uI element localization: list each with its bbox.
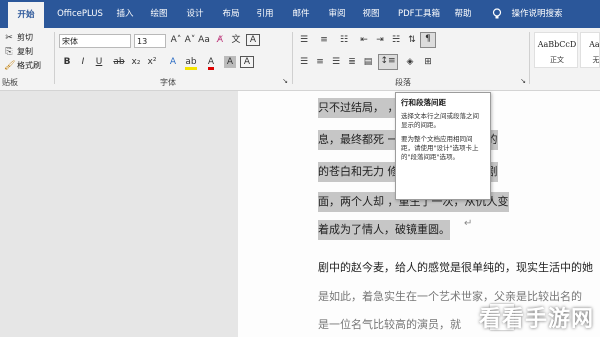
tooltip-hint: 要为整个文档应用相同间距，请使用"设计"选项卡上的"段落间距"选项。 xyxy=(401,135,479,161)
tab-references[interactable]: 引用 xyxy=(252,0,278,28)
bold-icon[interactable]: B xyxy=(62,56,72,68)
font-group-label: 字体 xyxy=(160,78,176,87)
tab-mailings[interactable]: 邮件 xyxy=(288,0,314,28)
style-no-spacing[interactable]: AaBbC 无间隔 xyxy=(580,32,600,68)
tab-home[interactable]: 开始 xyxy=(8,2,44,28)
text-effects-icon[interactable]: A xyxy=(166,56,180,68)
enclose-char-icon[interactable]: A xyxy=(246,34,260,46)
group-divider xyxy=(529,32,530,84)
char-shading-icon[interactable]: A xyxy=(224,56,236,68)
numbering-icon[interactable]: ≡ xyxy=(318,34,330,46)
highlight-icon[interactable]: ab xyxy=(184,56,198,70)
char-border-icon[interactable]: A xyxy=(240,56,254,68)
watermark: 看看手游网 xyxy=(478,307,594,332)
clipboard-group-label: 贴板 xyxy=(2,78,18,87)
format-painter-button[interactable]: 格式刷 xyxy=(17,60,41,71)
grow-font-icon[interactable]: A˄ xyxy=(170,34,182,46)
show-marks-icon[interactable]: ¶ xyxy=(420,32,436,48)
underline-icon[interactable]: U xyxy=(94,56,104,68)
style-normal[interactable]: AaBbCcD 正文 xyxy=(534,32,578,68)
style-name: 无间隔 xyxy=(592,56,600,64)
shading-icon[interactable]: ◈ xyxy=(404,56,416,68)
strikethrough-icon[interactable]: ab xyxy=(112,56,126,68)
tooltip-title: 行和段落间距 xyxy=(401,98,446,107)
document-line: 剧中的赵今麦，给人的感觉是很单纯的，现实生活中的她 xyxy=(318,261,593,274)
font-color-icon[interactable]: A xyxy=(204,56,218,70)
paragraph-dialog-launcher-icon[interactable]: ↘ xyxy=(519,75,527,87)
change-case-icon[interactable]: Aa xyxy=(198,34,210,46)
tab-review[interactable]: 审阅 xyxy=(324,0,350,28)
paragraph-mark-icon: ↵ xyxy=(464,218,473,229)
tab-help[interactable]: 帮助 xyxy=(450,0,476,28)
tab-pdf-toolbox[interactable]: PDF工具箱 xyxy=(394,0,444,28)
multilevel-list-icon[interactable]: ☷ xyxy=(338,34,350,46)
copy-button[interactable]: 复制 xyxy=(17,46,33,57)
align-left-icon[interactable]: ☰ xyxy=(298,56,310,68)
font-dialog-launcher-icon[interactable]: ↘ xyxy=(281,75,289,87)
tab-officeplus[interactable]: OfficePLUS xyxy=(50,0,110,28)
chinese-layout-icon[interactable]: ☵ xyxy=(390,34,402,46)
tell-me-search[interactable]: 操作说明搜索 xyxy=(506,0,568,28)
tab-draw[interactable]: 绘图 xyxy=(146,0,172,28)
shrink-font-icon[interactable]: A˅ xyxy=(184,34,196,46)
decrease-indent-icon[interactable]: ⇤ xyxy=(358,34,370,46)
group-divider xyxy=(54,32,55,84)
line-spacing-tooltip: 行和段落间距 选择文本行之间或段落之间显示的间距。 要为整个文档应用相同间距，请… xyxy=(395,92,491,200)
font-size-combo[interactable]: 13 xyxy=(134,34,166,48)
line-spacing-icon[interactable]: ↕≡ xyxy=(378,54,398,70)
format-painter-icon: 🖌 xyxy=(4,61,16,71)
lightbulb-icon xyxy=(490,0,504,28)
clear-formatting-icon[interactable]: A̸ xyxy=(214,34,226,46)
bullets-icon[interactable]: ☰ xyxy=(298,34,310,46)
align-center-icon[interactable]: ≡ xyxy=(314,56,326,68)
subscript-icon[interactable]: x₂ xyxy=(130,56,142,68)
phonetic-guide-icon[interactable]: 文 xyxy=(230,34,242,46)
paragraph-group-label: 段落 xyxy=(395,78,411,87)
document-line: 是一位名气比较高的演员，就 xyxy=(318,318,461,331)
tab-view[interactable]: 视图 xyxy=(358,0,384,28)
style-preview: AaBbCcD xyxy=(537,40,577,49)
group-divider xyxy=(292,32,293,84)
font-name-combo[interactable]: 宋体 xyxy=(59,34,131,48)
ribbon: ✂ 剪切 ⎘ 复制 🖌 格式刷 贴板 宋体 13 A˄ A˅ Aa A̸ 文 A… xyxy=(0,28,600,91)
copy-icon: ⎘ xyxy=(5,47,13,57)
style-name: 正文 xyxy=(550,56,564,64)
style-preview: AaBbC xyxy=(589,40,600,49)
distributed-icon[interactable]: ▤ xyxy=(362,56,374,68)
align-right-icon[interactable]: ☰ xyxy=(330,56,342,68)
justify-icon[interactable]: ≣ xyxy=(346,56,358,68)
document-line: 着成为了情人，破镜重圆。 xyxy=(318,220,450,240)
sort-icon[interactable]: ⇅ xyxy=(406,34,418,46)
superscript-icon[interactable]: x² xyxy=(146,56,158,68)
ribbon-tab-bar: 开始 OfficePLUS 插入 绘图 设计 布局 引用 邮件 审阅 视图 PD… xyxy=(0,0,600,28)
tab-design[interactable]: 设计 xyxy=(182,0,208,28)
tooltip-description: 选择文本行之间或段落之间显示的间距。 xyxy=(401,112,479,129)
borders-icon[interactable]: ⊞ xyxy=(422,56,434,68)
tab-insert[interactable]: 插入 xyxy=(112,0,138,28)
cut-button[interactable]: 剪切 xyxy=(17,32,33,43)
cut-icon: ✂ xyxy=(5,33,13,43)
tab-layout[interactable]: 布局 xyxy=(218,0,244,28)
increase-indent-icon[interactable]: ⇥ xyxy=(374,34,386,46)
italic-icon[interactable]: I xyxy=(78,56,88,68)
left-margin-area xyxy=(0,91,238,337)
